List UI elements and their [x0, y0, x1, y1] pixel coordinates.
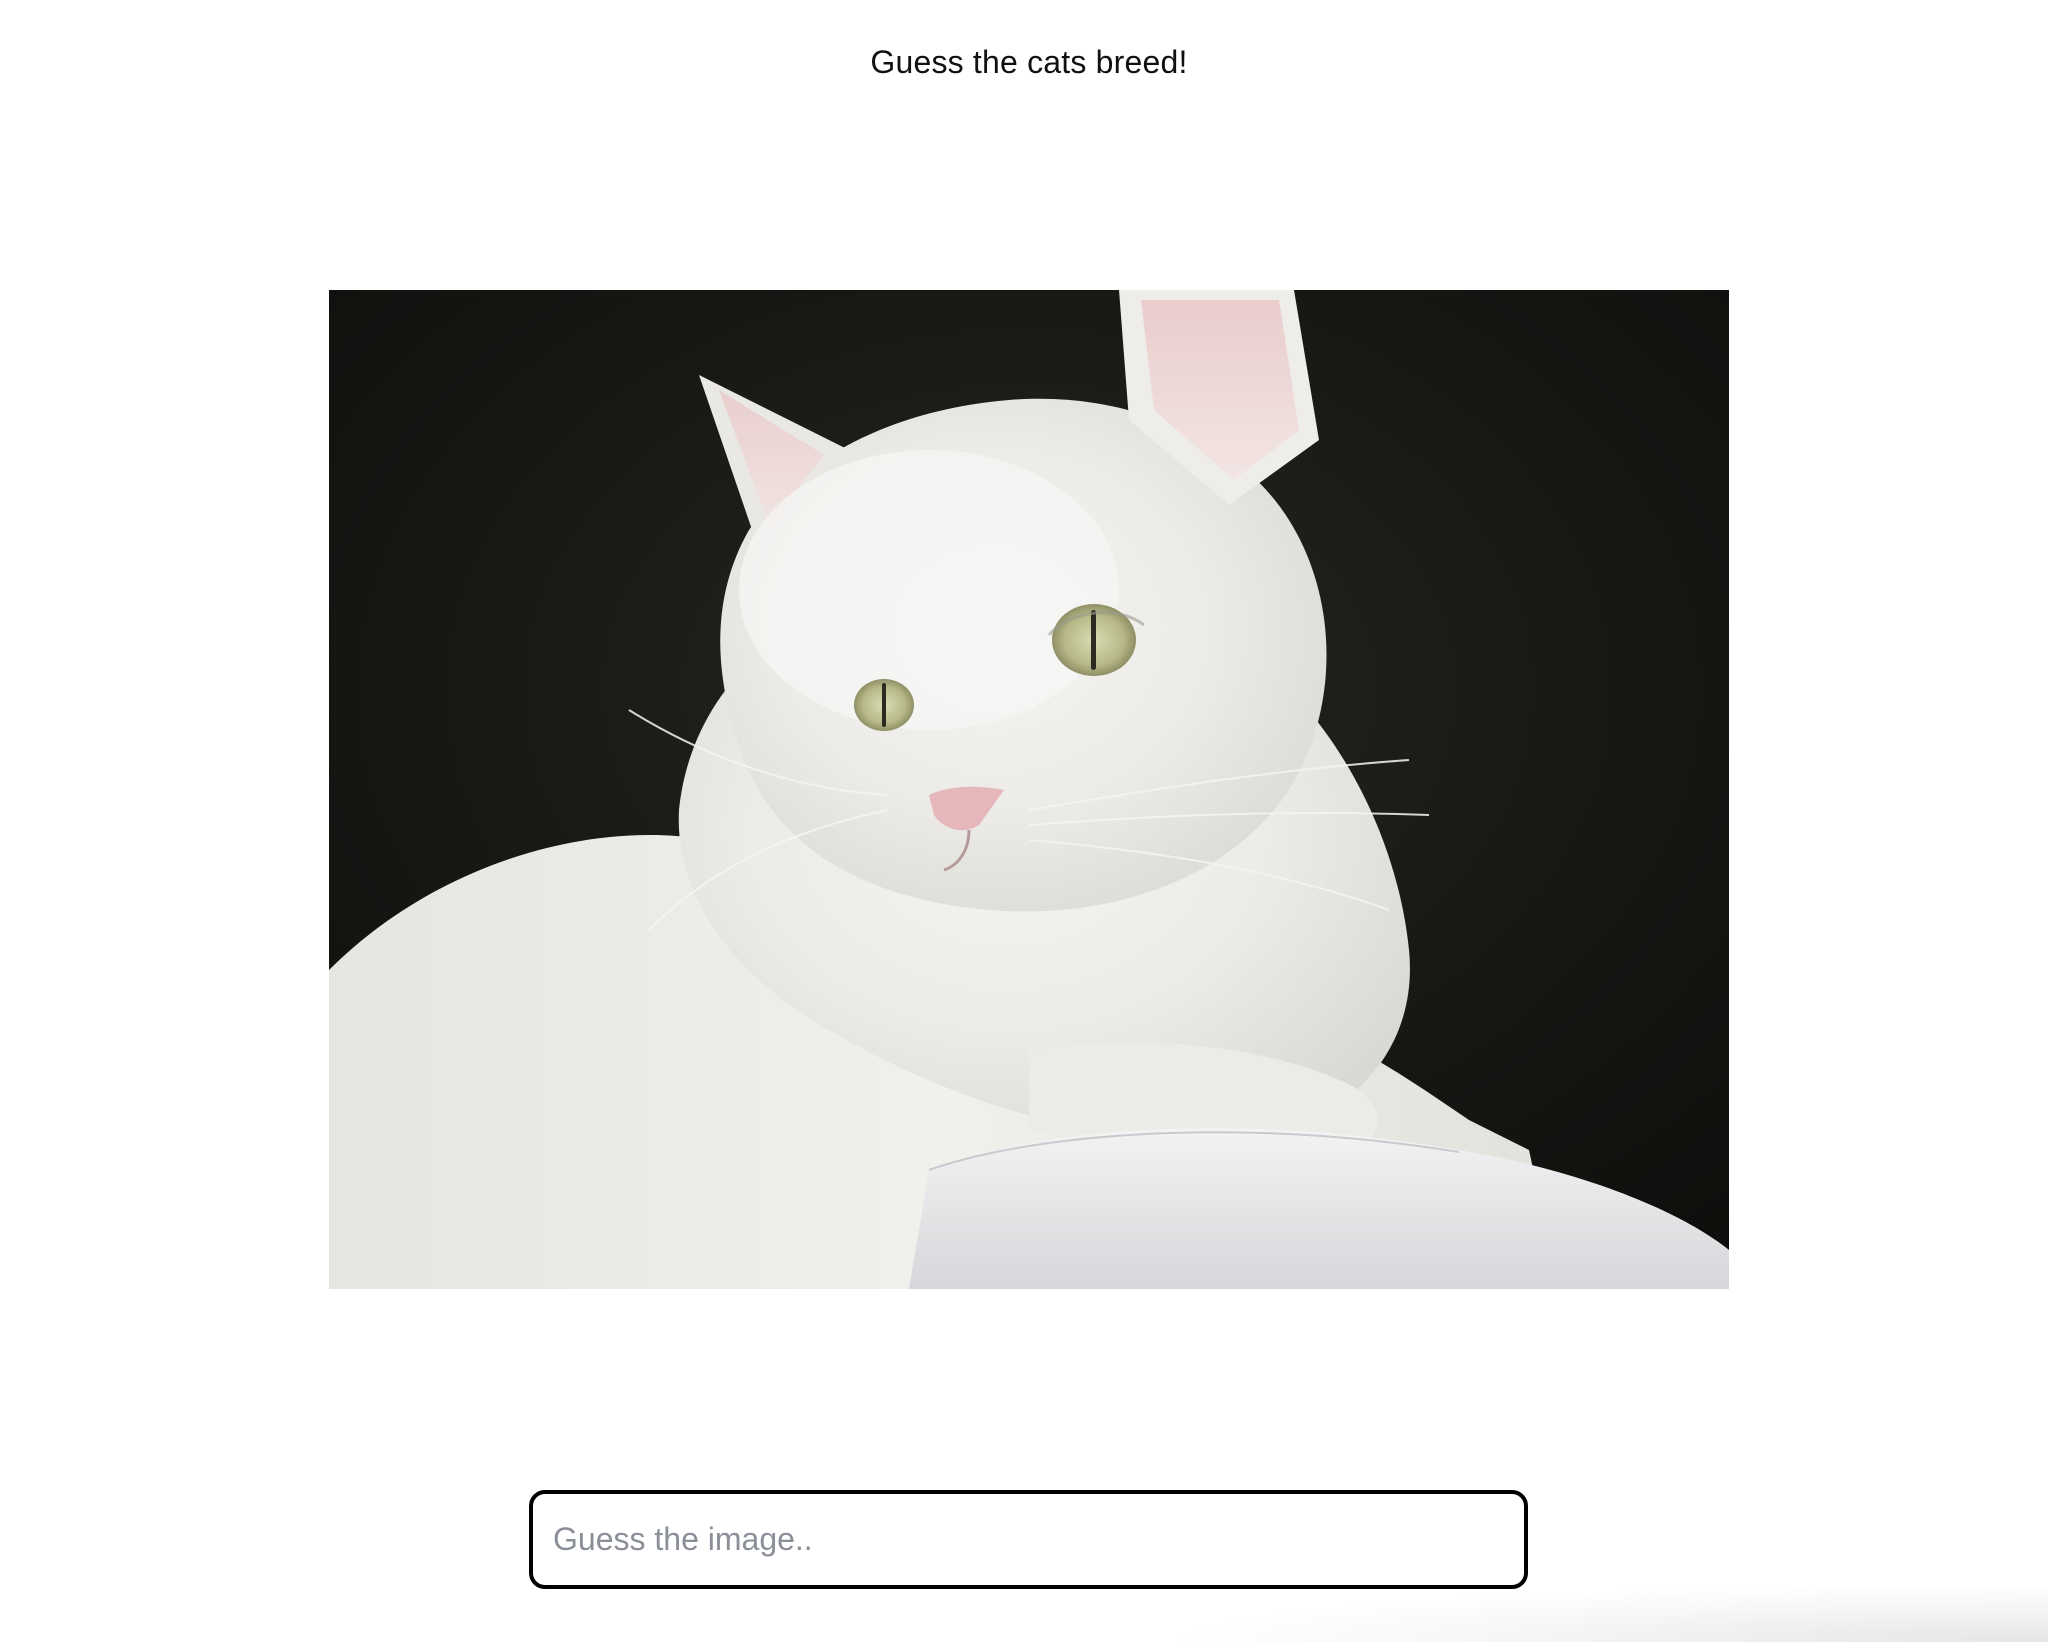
- page-title: Guess the cats breed!: [870, 44, 1188, 80]
- corner-shadow: [1148, 1582, 2048, 1642]
- guess-input[interactable]: [529, 1490, 1528, 1589]
- cat-photo: [329, 290, 1729, 1289]
